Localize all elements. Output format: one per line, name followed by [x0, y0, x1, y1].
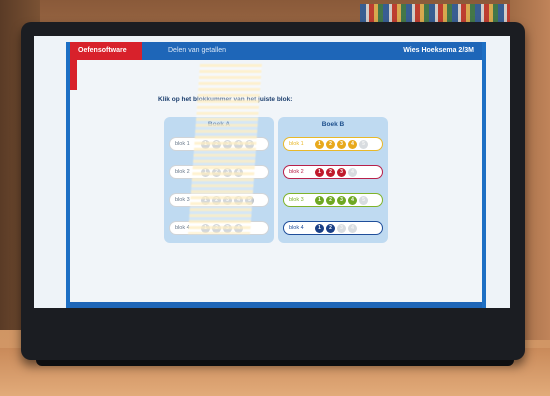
- block-number-dot: 1: [315, 167, 324, 177]
- block-number-dot: 1: [315, 139, 324, 149]
- brand-accent: [70, 60, 77, 90]
- book-b-panel: Boek B blok 1 1 2 3 4 5 blok 2 1 2 3 4 blok 312345b…: [278, 117, 388, 243]
- app-brand: Oefensoftware: [70, 42, 142, 60]
- block-row-2[interactable]: blok 2 1234: [283, 165, 383, 179]
- block-number-dot: 2: [326, 167, 335, 177]
- block-number-dot: 5: [359, 195, 368, 205]
- block-number-dot: 4: [348, 139, 357, 149]
- block-number-dot: 3: [337, 195, 346, 205]
- block-row-1[interactable]: blok 1 12345: [283, 137, 383, 151]
- student-name: Wies Hoeksema 2/3M: [403, 47, 474, 54]
- block-number-dot: 1: [315, 223, 324, 233]
- block-number-dot: 1: [315, 195, 324, 205]
- block-row-4[interactable]: blok 4 1234: [283, 221, 383, 235]
- footer-bar: [70, 302, 482, 308]
- block-label: blok 2: [289, 169, 304, 175]
- app-topbar: Oefensoftware Delen van getallen Wies Ho…: [70, 42, 482, 60]
- block-number-dot: 4: [348, 167, 357, 177]
- block-number-dot: 2: [326, 195, 335, 205]
- screen: Oefensoftware Delen van getallen Wies Ho…: [34, 36, 510, 308]
- bookshelf: [360, 4, 510, 24]
- block-number-dot: 3: [337, 167, 346, 177]
- light-reflection: [188, 64, 262, 234]
- block-number-dot: 4: [348, 223, 357, 233]
- block-number-dot: 3: [337, 139, 346, 149]
- block-number-dot: 3: [337, 223, 346, 233]
- subject-title: Delen van getallen: [168, 47, 226, 54]
- block-row-3[interactable]: blok 3 12345: [283, 193, 383, 207]
- book-title: Boek B: [321, 121, 345, 128]
- block-label: blok 4: [289, 225, 304, 231]
- block-number-dot: 4: [348, 195, 357, 205]
- block-label: blok 1: [289, 141, 304, 147]
- block-number-dot: 5: [359, 139, 368, 149]
- block-label: blok 3: [289, 197, 304, 203]
- block-number-dot: 2: [326, 139, 335, 149]
- block-number-dot: 2: [326, 223, 335, 233]
- app-window: Oefensoftware Delen van getallen Wies Ho…: [66, 42, 486, 308]
